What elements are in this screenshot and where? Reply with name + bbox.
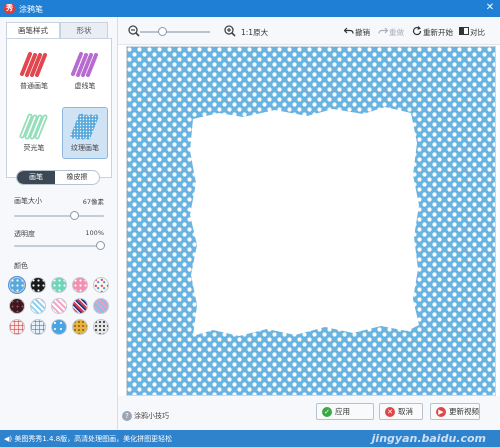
tab-brush-style[interactable]: 画笔样式	[6, 22, 60, 39]
brush-size-slider-thumb[interactable]	[70, 211, 79, 220]
swatch-navy-red-stripes[interactable]	[72, 298, 88, 314]
swatch-blue-white-dots[interactable]	[9, 277, 25, 293]
compare-icon[interactable]	[459, 26, 469, 36]
dotted-brush-icon	[71, 52, 98, 77]
help-icon: ?	[122, 411, 132, 421]
status-bar: ◀) 美图秀秀1.4.8版，高清处理图画，美化拼图更轻松 jingyan.bai…	[0, 430, 500, 447]
apply-button[interactable]: ✓ 应用	[316, 403, 374, 420]
watermark: jingyan.baidu.com	[371, 432, 486, 445]
swatch-pink-blue-stripes[interactable]	[93, 298, 109, 314]
redo-button[interactable]: 重做	[389, 27, 404, 38]
brush-size-slider-track[interactable]	[14, 215, 104, 217]
brush-grid: 普通画笔 虚线笔 荧光笔 纹理画笔	[6, 38, 112, 178]
zoom-in-icon[interactable]	[224, 25, 236, 37]
reset-button[interactable]: 重新开始	[423, 27, 453, 38]
cancel-label: 取消	[398, 407, 413, 416]
swatch-dark-burgundy[interactable]	[9, 298, 25, 314]
brush-texture-label: 纹理画笔	[71, 144, 99, 152]
window-title: 涂鸦笔	[19, 5, 43, 14]
swatch-colorful-confetti[interactable]	[93, 277, 109, 293]
zoom-slider-track[interactable]	[140, 31, 210, 33]
opacity-label: 透明度	[14, 230, 35, 238]
brush-highlighter[interactable]: 荧光笔	[11, 107, 57, 159]
texture-brush-icon	[70, 113, 99, 140]
zoom-out-icon[interactable]	[128, 25, 140, 37]
title-bar: 秀 涂鸦笔 ✕	[0, 0, 500, 17]
undo-button[interactable]: 撤销	[355, 27, 370, 38]
swatch-leopard-print[interactable]	[72, 319, 88, 335]
swatch-blue-plaid[interactable]	[30, 319, 46, 335]
undo-icon[interactable]	[344, 26, 354, 36]
tips-label: 涂鸦小技巧	[134, 412, 169, 420]
swatch-black-white-pattern[interactable]	[93, 319, 109, 335]
brush-texture[interactable]: 纹理画笔	[62, 107, 108, 159]
speaker-icon: ◀)	[4, 435, 15, 443]
white-center-area	[190, 107, 419, 336]
brush-size-value: 67像素	[82, 198, 104, 206]
reset-icon[interactable]	[412, 26, 422, 36]
swatch-blue-white-stripes[interactable]	[30, 298, 46, 314]
status-text: ◀) 美图秀秀1.4.8版，高清处理图画，美化拼图更轻松	[4, 434, 172, 444]
brush-normal-label: 普通画笔	[20, 82, 48, 90]
mode-eraser-button[interactable]: 橡皮擦	[55, 171, 99, 184]
actual-size-button[interactable]: 1:1原大	[241, 27, 268, 38]
brush-highlighter-label: 荧光笔	[23, 144, 45, 152]
highlighter-brush-icon	[19, 113, 48, 140]
status-message: 美图秀秀1.4.8版，高清处理图画，美化拼图更轻松	[14, 435, 173, 443]
color-label: 颜色	[14, 262, 28, 270]
tips-link[interactable]: ? 涂鸦小技巧	[122, 411, 169, 421]
redo-icon	[378, 27, 388, 34]
brush-normal[interactable]: 普通画笔	[11, 45, 57, 97]
brush-dotted-label: 虚线笔	[74, 82, 96, 90]
mode-toggle: 画笔 橡皮擦	[16, 170, 100, 185]
check-icon: ✓	[322, 407, 332, 417]
apply-label: 应用	[335, 407, 350, 416]
canvas-image[interactable]	[127, 47, 495, 395]
tutorial-button[interactable]: ▶ 更新视频	[430, 403, 480, 420]
canvas[interactable]	[126, 46, 496, 396]
swatch-black-white-dots[interactable]	[30, 277, 46, 293]
zoom-slider-thumb[interactable]	[158, 27, 167, 36]
brush-size-label: 画笔大小	[14, 197, 42, 205]
cancel-icon: ✕	[385, 407, 395, 417]
brush-dotted[interactable]: 虚线笔	[62, 45, 108, 97]
swatch-blue-floral[interactable]	[51, 319, 67, 335]
swatch-pink-dots[interactable]	[72, 277, 88, 293]
cancel-button[interactable]: ✕ 取消	[379, 403, 423, 420]
app-logo-icon: 秀	[4, 3, 15, 14]
swatch-mint-dots[interactable]	[51, 277, 67, 293]
tutorial-label: 更新视频	[449, 407, 479, 416]
close-button[interactable]: ✕	[484, 2, 496, 14]
mode-brush-button[interactable]: 画笔	[17, 171, 55, 184]
compare-button[interactable]: 对比	[470, 27, 485, 38]
opacity-slider-thumb[interactable]	[96, 241, 105, 250]
swatch-red-plaid[interactable]	[9, 319, 25, 335]
tab-shape[interactable]: 形状	[60, 22, 108, 39]
swatch-pink-stripes[interactable]	[51, 298, 67, 314]
opacity-slider-track[interactable]	[14, 245, 104, 247]
solid-brush-icon	[20, 52, 47, 77]
video-icon: ▶	[436, 407, 446, 417]
opacity-value: 100%	[85, 229, 104, 237]
